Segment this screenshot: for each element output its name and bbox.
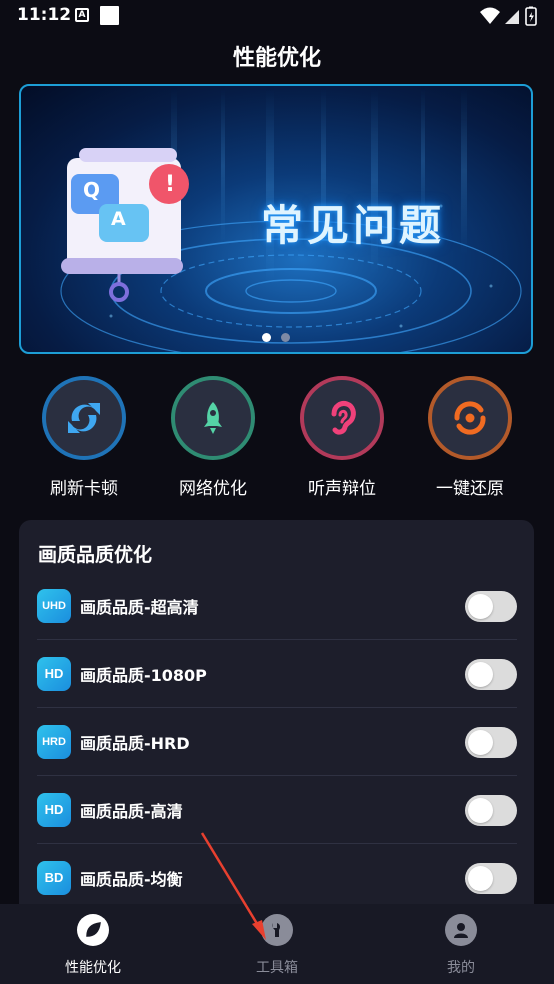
action-label: 网络优化: [179, 479, 247, 499]
hd-badge-icon: HD: [37, 657, 71, 691]
quality-toggle[interactable]: [465, 727, 517, 758]
quality-row-label: 画质品质-超高清: [80, 598, 199, 617]
status-bar: 11:12 A: [0, 0, 554, 32]
faq-banner[interactable]: Q A ! 常见问题: [19, 84, 533, 354]
refresh-lag-button[interactable]: 刷新卡顿: [24, 376, 144, 499]
alert-icon: !: [165, 172, 176, 197]
quality-row-uhd: UHD 画质品质-超高清: [19, 572, 534, 640]
toggle-knob: [468, 866, 493, 891]
leaf-icon: [77, 914, 109, 946]
q-letter: Q: [83, 178, 101, 202]
bottom-navigation: 性能优化 工具箱 我的: [0, 904, 554, 984]
card-title: 画质品质优化: [38, 544, 153, 566]
status-time: 11:12: [17, 5, 72, 25]
nav-label: 工具箱: [256, 960, 298, 976]
quality-toggle[interactable]: [465, 659, 517, 690]
quality-row-label: 画质品质-高清: [80, 802, 183, 821]
page-title: 性能优化: [232, 46, 321, 71]
uhd-badge-icon: UHD: [37, 589, 71, 623]
one-click-restore-button[interactable]: 一键还原: [410, 376, 530, 499]
carousel-dot[interactable]: [281, 333, 290, 342]
action-label: 刷新卡顿: [50, 479, 118, 499]
toggle-knob: [468, 594, 493, 619]
carousel-dot[interactable]: [262, 333, 271, 342]
quality-row-balanced: BD 画质品质-均衡: [19, 844, 534, 912]
network-optimize-button[interactable]: 网络优化: [153, 376, 273, 499]
notification-a-icon: A: [75, 8, 89, 22]
hd-badge-icon: HD: [37, 793, 71, 827]
quality-row-label: 画质品质-1080P: [80, 666, 207, 685]
action-label: 一键还原: [436, 479, 504, 499]
toggle-knob: [468, 730, 493, 755]
quality-settings-card: 画质品质优化 UHD 画质品质-超高清 HD 画质品质-1080P HRD 画质…: [19, 520, 534, 920]
user-icon: [445, 914, 477, 946]
action-label: 听声辩位: [308, 479, 376, 499]
quick-actions: 刷新卡顿 网络优化 听声辩位 一键还原: [0, 376, 554, 506]
banner-title: 常见问题: [261, 201, 446, 250]
quality-row-1080p: HD 画质品质-1080P: [19, 640, 534, 708]
signal-icon: [505, 10, 519, 24]
carousel-indicator: [21, 327, 531, 346]
wrench-icon: [261, 914, 293, 946]
quality-toggle[interactable]: [465, 591, 517, 622]
bd-badge-icon: BD: [37, 861, 71, 895]
quality-row-label: 画质品质-HRD: [80, 734, 190, 753]
quality-toggle[interactable]: [465, 795, 517, 826]
toggle-knob: [468, 798, 493, 823]
nav-tab-toolbox[interactable]: 工具箱: [217, 914, 337, 977]
quality-toggle[interactable]: [465, 863, 517, 894]
ear-icon: [300, 376, 384, 460]
nav-label: 性能优化: [65, 960, 121, 976]
nav-tab-performance[interactable]: 性能优化: [33, 914, 153, 977]
refresh-icon: [42, 376, 126, 460]
notification-square-icon: [100, 6, 119, 25]
quality-row-hrd: HRD 画质品质-HRD: [19, 708, 534, 776]
hrd-badge-icon: HRD: [37, 725, 71, 759]
nav-tab-mine[interactable]: 我的: [401, 914, 521, 977]
status-icons: [480, 6, 537, 26]
quality-row-label: 画质品质-均衡: [80, 870, 183, 889]
quality-row-hd: HD 画质品质-高清: [19, 776, 534, 844]
a-letter: A: [111, 208, 126, 230]
sound-locate-button[interactable]: 听声辩位: [282, 376, 402, 499]
rocket-icon: [171, 376, 255, 460]
restore-icon: [428, 376, 512, 460]
toggle-knob: [468, 662, 493, 687]
nav-label: 我的: [447, 960, 475, 976]
wifi-icon: [480, 7, 500, 24]
